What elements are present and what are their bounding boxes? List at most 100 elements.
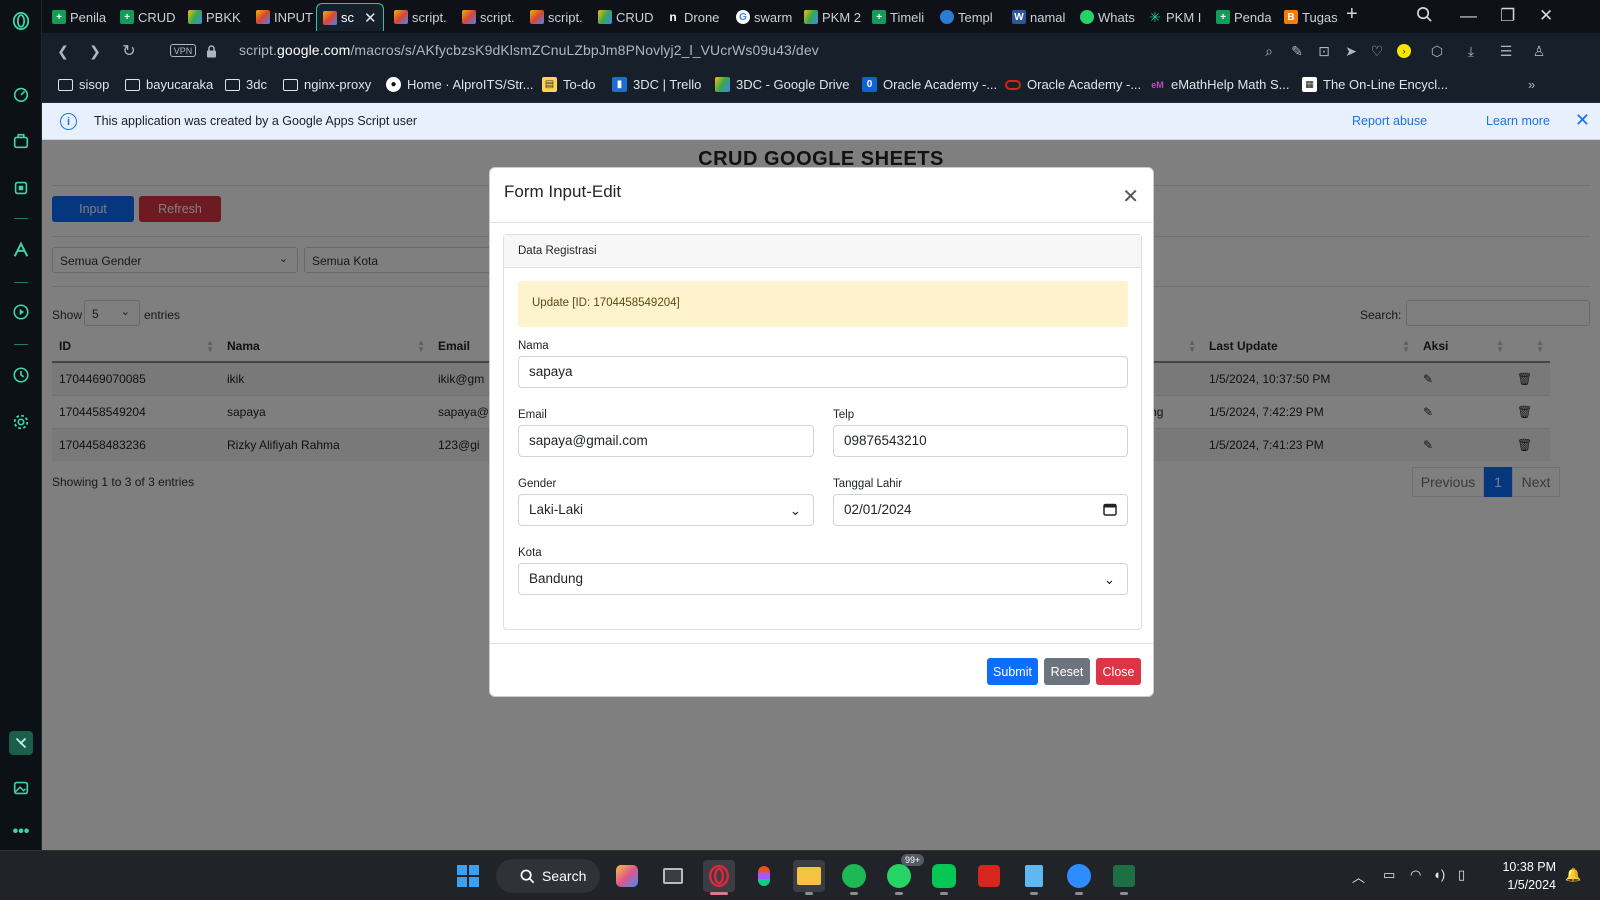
calendar-icon[interactable]	[1103, 502, 1117, 519]
bookmark[interactable]: ● Home · AlproITS/Str...	[386, 77, 533, 92]
tab[interactable]: INPUT	[250, 3, 314, 31]
nama-field[interactable]: sapaya	[518, 356, 1128, 388]
tab[interactable]: CRUD	[592, 3, 656, 31]
bookmark[interactable]: ▦ The On-Line Encycl...	[1302, 77, 1448, 92]
bookmark[interactable]: sisop	[58, 77, 109, 92]
more-bookmarks-icon[interactable]: »	[1528, 77, 1535, 92]
tab[interactable]: Templ	[934, 3, 1002, 31]
tab[interactable]: B Tugas	[1278, 3, 1342, 31]
send-icon[interactable]: ➤	[1342, 42, 1360, 60]
speed-dial-icon[interactable]	[9, 82, 33, 106]
close-window-icon[interactable]: ✕	[1539, 6, 1553, 26]
learn-more-link[interactable]: Learn more	[1486, 114, 1550, 128]
file-explorer-icon[interactable]	[793, 860, 825, 895]
tab[interactable]: ✳ PKM I	[1142, 3, 1206, 31]
tab[interactable]: + Penda	[1210, 3, 1274, 31]
bookmark[interactable]: 3DC - Google Drive	[715, 77, 849, 92]
tab[interactable]: script.	[388, 3, 452, 31]
opera-logo-icon[interactable]	[9, 9, 33, 33]
bookmark[interactable]: Oracle Academy -...	[1005, 77, 1141, 92]
telp-field[interactable]: 09876543210	[833, 425, 1128, 457]
chip-icon[interactable]	[9, 176, 33, 200]
excel-icon[interactable]	[1108, 860, 1140, 895]
tab[interactable]: Whats	[1074, 3, 1138, 31]
url-field[interactable]: script.google.com/macros/s/AKfycbzsK9dKl…	[239, 42, 819, 58]
spotify-icon[interactable]	[838, 860, 870, 895]
tab-active[interactable]: sc ✕	[316, 3, 384, 31]
opera-taskbar-icon[interactable]	[703, 860, 735, 895]
aria-icon[interactable]	[9, 238, 33, 262]
line-icon[interactable]	[928, 860, 960, 895]
download-icon[interactable]: ⤓	[1462, 42, 1480, 60]
close-infobar-icon[interactable]: ✕	[1575, 110, 1590, 131]
tab[interactable]: PKM 2	[798, 3, 862, 31]
image-gallery-icon[interactable]	[9, 776, 33, 800]
clock[interactable]: 10:38 PM 1/5/2024	[1502, 858, 1556, 894]
wifi-icon[interactable]: ◠	[1410, 867, 1421, 883]
extension-icon[interactable]	[9, 731, 33, 755]
tab[interactable]: + CRUD	[114, 3, 178, 31]
close-tab-icon[interactable]: ✕	[364, 9, 377, 27]
bookmark[interactable]: bayucaraka	[125, 77, 213, 92]
tab[interactable]: Wnamal	[1006, 3, 1070, 31]
tab[interactable]: + Timeli	[866, 3, 930, 31]
tab[interactable]: PBKK	[182, 3, 246, 31]
history-icon[interactable]	[9, 363, 33, 387]
tab[interactable]: n Drone	[660, 3, 726, 31]
gender-select[interactable]: Laki-Laki ⌄	[518, 494, 814, 526]
bookmark[interactable]: eM eMathHelp Math S...	[1150, 77, 1289, 92]
acrobat-icon[interactable]	[973, 860, 1005, 892]
reset-button[interactable]: Reset	[1044, 658, 1090, 685]
bookmark[interactable]: ▮ 3DC | Trello	[612, 77, 701, 92]
zoom-icon[interactable]	[1063, 860, 1095, 895]
edit-icon[interactable]: ✎	[1288, 42, 1306, 60]
modal-close-icon[interactable]: ✕	[1122, 184, 1139, 209]
search-tabs-icon[interactable]	[1416, 6, 1433, 28]
figma-icon[interactable]	[748, 860, 780, 892]
profile-icon[interactable]: ♙	[1530, 42, 1548, 60]
tablet-icon[interactable]: ▭	[1383, 867, 1395, 883]
find-icon[interactable]: ⌕	[1260, 42, 1278, 60]
easy-setup-icon[interactable]: ☰	[1497, 42, 1515, 60]
cube-icon[interactable]: ⬡	[1428, 42, 1446, 60]
bookmark[interactable]: nginx-proxy	[283, 77, 371, 92]
whatsapp-taskbar-icon[interactable]: 99+	[883, 854, 925, 895]
tanggal-lahir-field[interactable]: 02/01/2024	[833, 494, 1128, 526]
tab[interactable]: + Penila	[46, 3, 110, 31]
new-tab-icon[interactable]: +	[1346, 3, 1358, 26]
bookmark[interactable]: 3dc	[225, 77, 267, 92]
reload-icon[interactable]: ↻	[120, 42, 138, 60]
back-icon[interactable]: ❮	[54, 42, 72, 60]
settings-icon[interactable]	[9, 410, 33, 434]
forward-icon[interactable]: ❯	[86, 42, 104, 60]
notepad-icon[interactable]	[1018, 860, 1050, 895]
camera-icon[interactable]: ⊡	[1315, 42, 1333, 60]
submit-button[interactable]: Submit	[987, 658, 1038, 685]
bookmark[interactable]: 0 Oracle Academy -...	[862, 77, 997, 92]
battery-icon[interactable]: ▯	[1458, 867, 1465, 883]
start-icon[interactable]	[452, 860, 484, 892]
briefcase-icon[interactable]	[9, 129, 33, 153]
tab[interactable]: script.	[524, 3, 588, 31]
tab[interactable]: script.	[456, 3, 520, 31]
lock-icon[interactable]	[202, 42, 220, 60]
widgets-icon[interactable]	[611, 860, 643, 892]
close-button[interactable]: Close	[1096, 658, 1141, 685]
bookmark[interactable]: ▤ To-do	[542, 77, 596, 92]
minimize-icon[interactable]: —	[1460, 6, 1477, 26]
extension-yellow-icon[interactable]: ›	[1397, 44, 1411, 58]
kota-select[interactable]: Bandung ⌄	[518, 563, 1128, 595]
report-abuse-link[interactable]: Report abuse	[1352, 114, 1427, 128]
chevron-up-icon[interactable]: ︿	[1352, 867, 1365, 886]
taskbar-search[interactable]: Search	[496, 859, 600, 893]
player-icon[interactable]	[9, 300, 33, 324]
tab[interactable]: Gswarm	[730, 3, 794, 31]
vpn-badge[interactable]: VPN	[170, 44, 196, 57]
notification-bell-icon[interactable]: 🔔	[1565, 867, 1581, 883]
volume-icon[interactable]: ◖)	[1433, 867, 1445, 882]
heart-icon[interactable]: ♡	[1368, 42, 1386, 60]
email-field[interactable]: sapaya@gmail.com	[518, 425, 814, 457]
more-icon[interactable]: •••	[9, 820, 33, 844]
restore-icon[interactable]: ❐	[1500, 6, 1515, 26]
task-view-icon[interactable]	[657, 860, 689, 892]
